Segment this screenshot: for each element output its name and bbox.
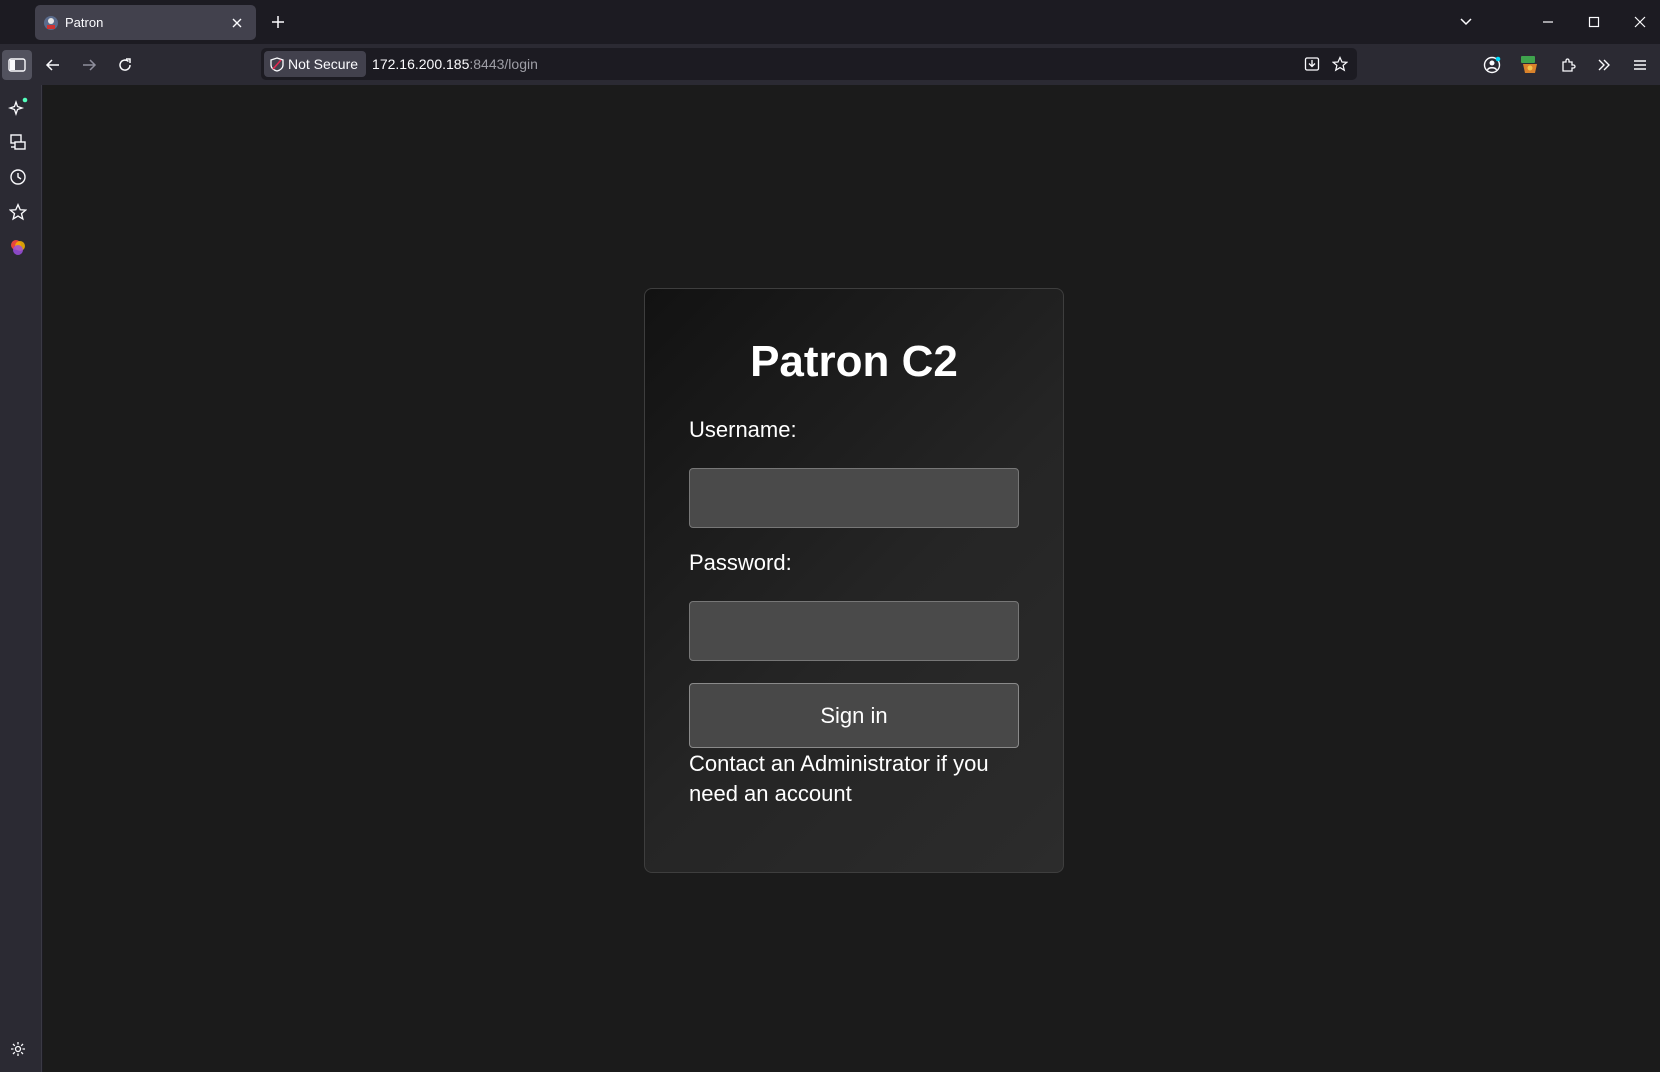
list-tabs-icon[interactable] [1454, 10, 1478, 34]
tab-title: Patron [65, 15, 104, 30]
app-menu-icon[interactable] [1625, 50, 1655, 80]
history-clock-icon[interactable] [8, 167, 28, 187]
password-input[interactable] [689, 601, 1019, 661]
security-label: Not Secure [288, 56, 359, 72]
ai-chatbot-icon[interactable] [8, 97, 28, 117]
sign-in-button[interactable]: Sign in [689, 683, 1019, 748]
url-text: 172.16.200.185:8443/login [372, 56, 538, 72]
extension-cas-icon[interactable] [1515, 50, 1545, 80]
page-content: Patron C2 Username: Password: Sign in Co… [43, 85, 1660, 1072]
tab-strip: Patron [0, 0, 1660, 44]
login-title: Patron C2 [750, 337, 958, 386]
minimize-icon[interactable] [1536, 10, 1560, 34]
extensions-puzzle-icon[interactable] [1553, 50, 1583, 80]
login-card: Patron C2 Username: Password: Sign in Co… [644, 288, 1064, 873]
more-tools-icon[interactable] [1589, 50, 1619, 80]
nav-toolbar: Not Secure 172.16.200.185:8443/login [0, 44, 1660, 85]
account-icon[interactable] [1477, 50, 1507, 80]
back-icon[interactable] [38, 50, 68, 80]
password-label: Password: [689, 550, 792, 575]
tab-patron[interactable]: Patron [35, 5, 256, 40]
username-input[interactable] [689, 468, 1019, 528]
site-security-indicator[interactable]: Not Secure [264, 51, 367, 77]
new-tab-icon[interactable] [268, 12, 288, 32]
extension-colorful-icon[interactable] [8, 237, 28, 257]
url-bar[interactable]: Not Secure 172.16.200.185:8443/login [261, 48, 1357, 80]
shield-warning-icon [270, 56, 284, 72]
sidebar-toggle-icon[interactable] [2, 50, 32, 80]
close-tab-icon[interactable] [228, 14, 246, 32]
contact-admin-note: Contact an Administrator if you need an … [689, 751, 989, 806]
reload-icon[interactable] [110, 50, 140, 80]
username-label: Username: [689, 417, 797, 442]
close-window-icon[interactable] [1628, 10, 1652, 34]
forward-icon[interactable] [74, 50, 104, 80]
customize-sidebar-gear-icon[interactable] [8, 1039, 28, 1059]
bookmark-star-icon[interactable] [1329, 53, 1351, 75]
synced-tabs-icon[interactable] [8, 132, 28, 152]
save-to-pocket-icon[interactable] [1301, 53, 1323, 75]
bookmarks-star-icon[interactable] [8, 202, 28, 222]
url-path: :8443/login [469, 56, 538, 72]
patron-favicon-icon [43, 15, 59, 31]
maximize-icon[interactable] [1582, 10, 1606, 34]
browser-sidebar [0, 85, 42, 1072]
url-host: 172.16.200.185 [372, 56, 470, 72]
